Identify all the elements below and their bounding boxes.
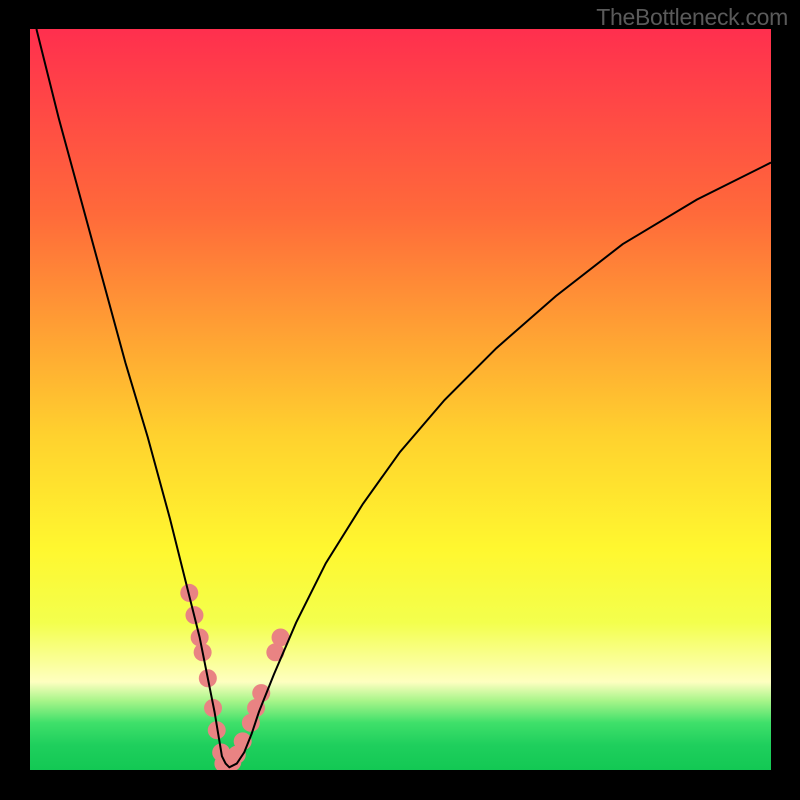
gradient-background — [29, 29, 771, 771]
data-dot — [252, 684, 270, 702]
watermark-text: TheBottleneck.com — [596, 4, 788, 31]
chart-frame: TheBottleneck.com — [0, 0, 800, 800]
bottleneck-chart — [29, 29, 771, 771]
